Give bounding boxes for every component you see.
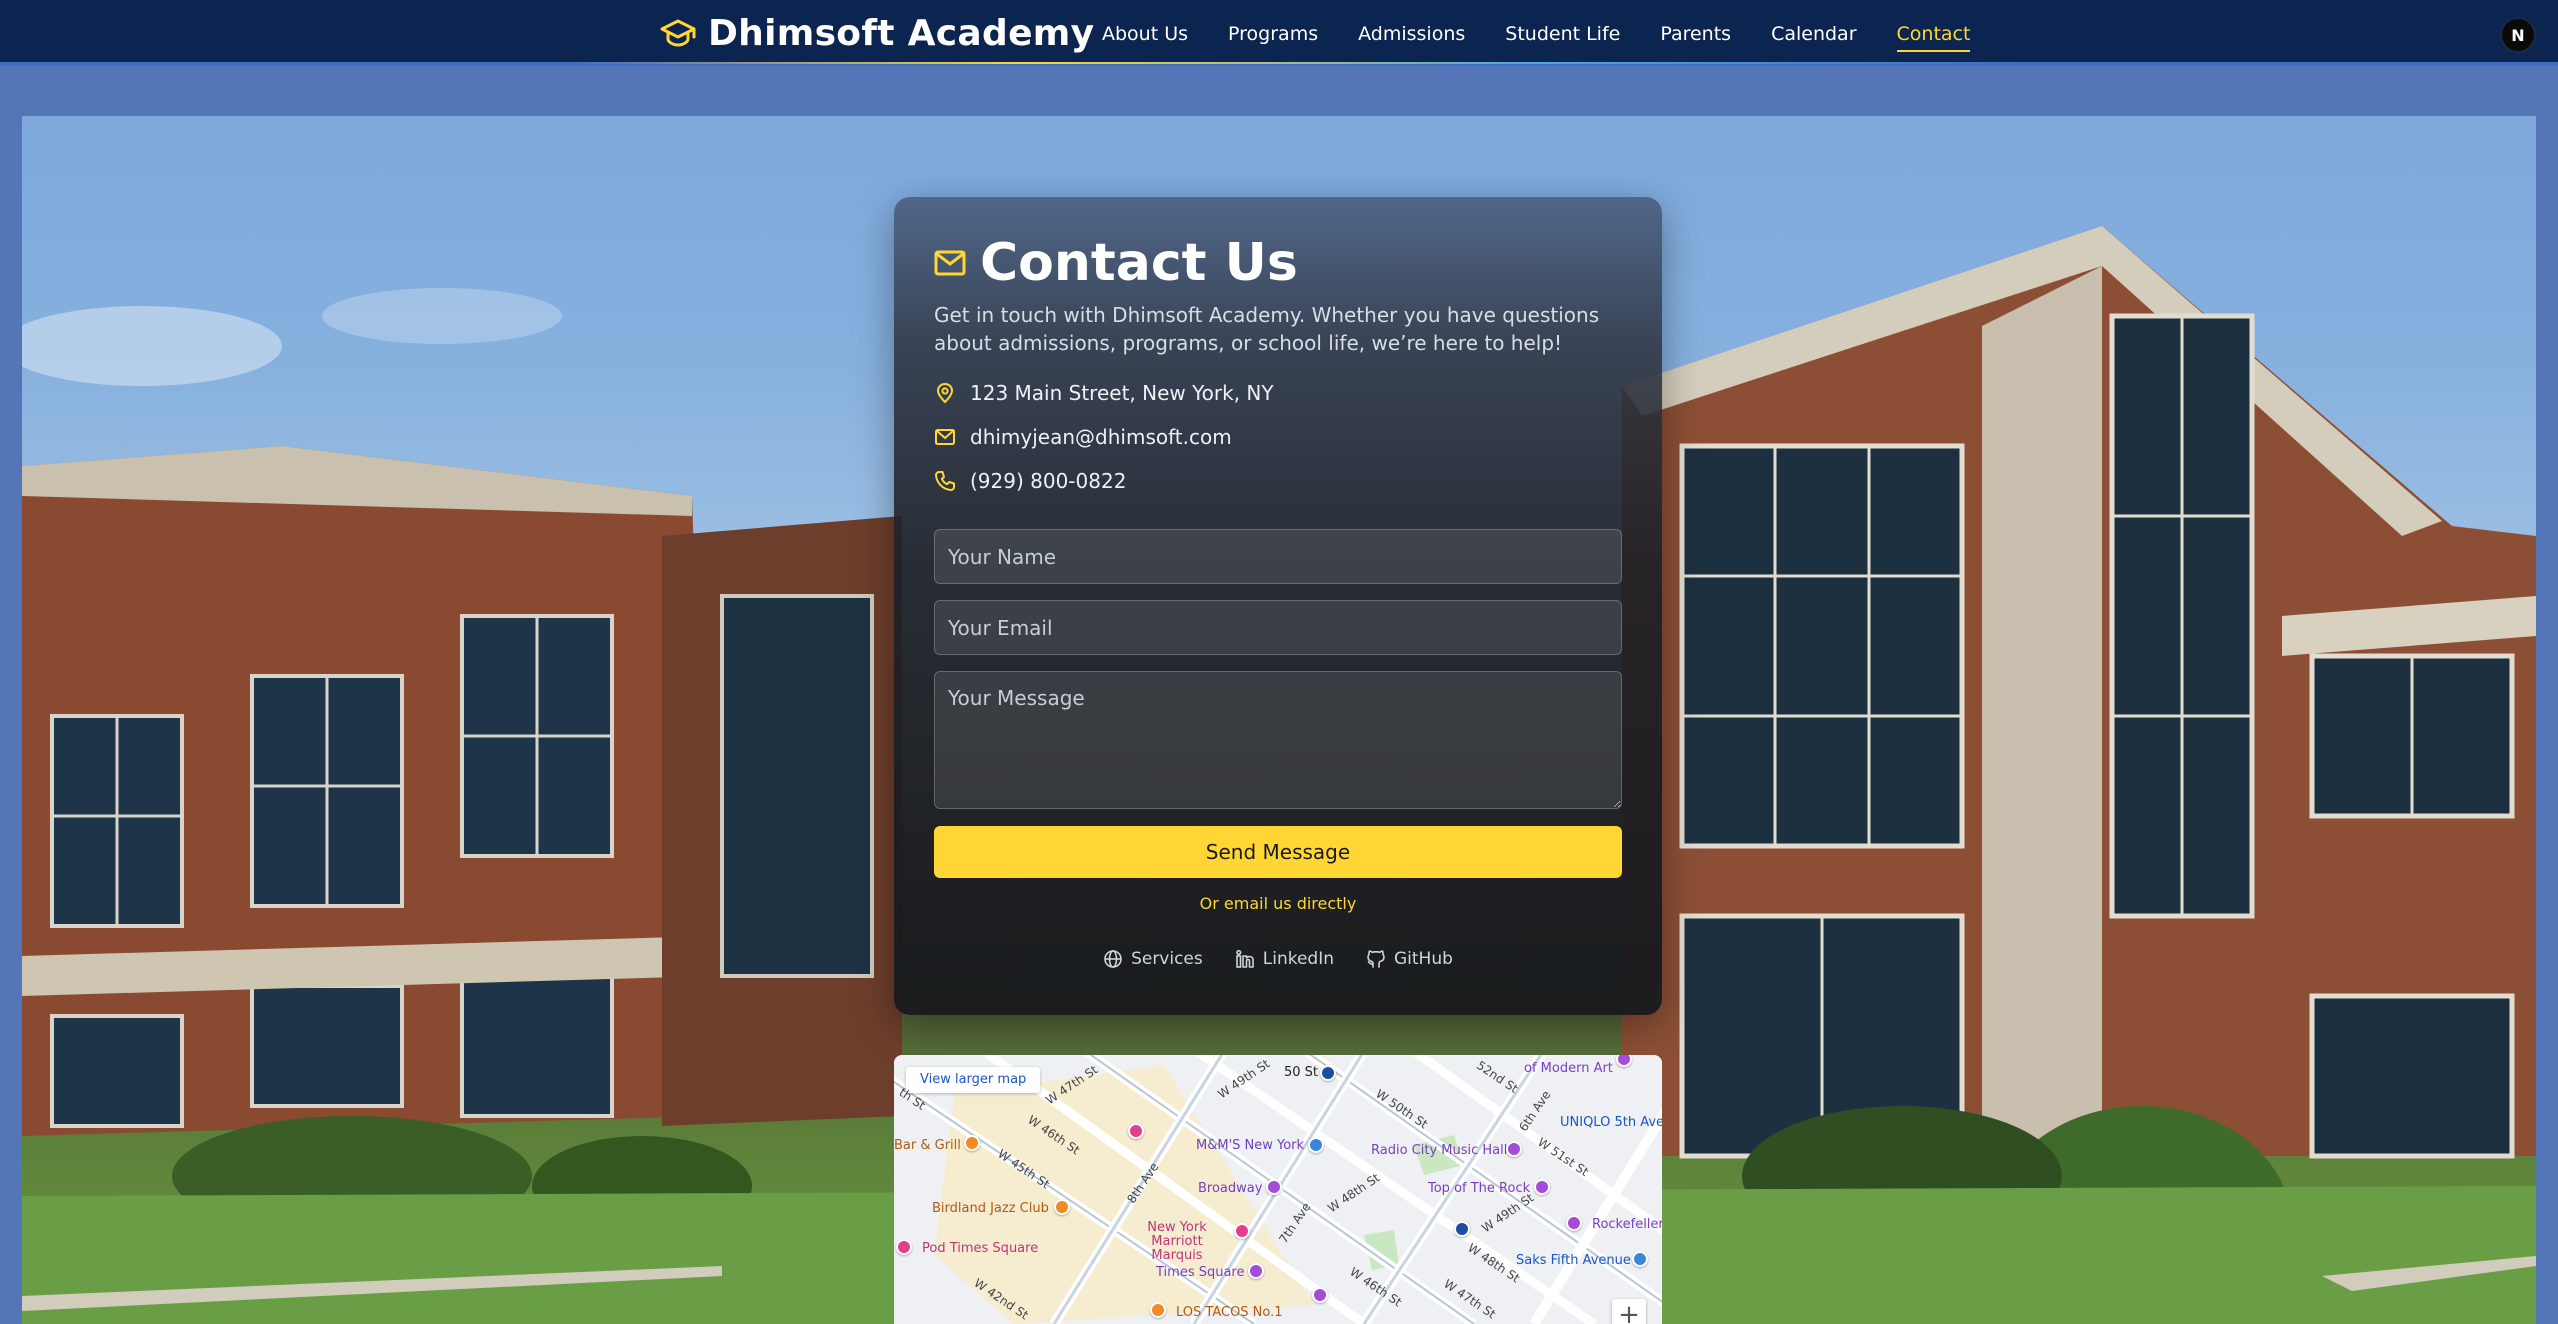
landmark-icon	[1566, 1215, 1582, 1231]
address-text: 123 Main Street, New York, NY	[970, 381, 1274, 405]
brand-logo[interactable]: Dhimsoft Academy	[660, 10, 1094, 56]
map-label-top-of-the-rock: Top of The Rock	[1428, 1181, 1531, 1196]
restaurant-icon	[964, 1135, 980, 1151]
top-navbar: Dhimsoft Academy About Us Programs Admis…	[0, 0, 2558, 66]
nav-about-us[interactable]: About Us	[1102, 20, 1188, 48]
nav-student-life[interactable]: Student Life	[1505, 20, 1620, 48]
header-accent-line	[0, 62, 2558, 64]
send-message-button[interactable]: Send Message	[934, 826, 1622, 878]
nav-admissions[interactable]: Admissions	[1358, 20, 1465, 48]
github-link[interactable]: GitHub	[1366, 949, 1453, 969]
landmark-icon	[1248, 1263, 1264, 1279]
map-label-pod-times-square: Pod Times Square	[922, 1241, 1039, 1256]
services-link[interactable]: Services	[1103, 949, 1203, 969]
map-label-marriott: New York Marriott Marquis	[1147, 1220, 1207, 1263]
map-label-broadway: Broadway	[1198, 1181, 1263, 1196]
map-label-times-square: Times Square	[1156, 1265, 1245, 1280]
view-larger-map-button[interactable]: View larger map	[906, 1067, 1041, 1093]
linkedin-icon	[1235, 949, 1254, 968]
mail-icon	[934, 250, 966, 276]
social-links: Services LinkedIn GitHub	[894, 949, 1662, 969]
contact-card: Contact Us Get in touch with Dhimsoft Ac…	[894, 197, 1662, 1015]
nav-contact[interactable]: Contact	[1896, 20, 1970, 52]
globe-icon	[1104, 950, 1122, 968]
email-row: dhimyjean@dhimsoft.com	[934, 425, 1232, 449]
venue-icon	[1312, 1287, 1328, 1303]
subway-icon	[1320, 1065, 1336, 1081]
main-nav: About Us Programs Admissions Student Lif…	[1102, 18, 2010, 52]
music-venue-icon	[1054, 1199, 1070, 1215]
nav-programs[interactable]: Programs	[1228, 20, 1318, 48]
theater-icon	[1266, 1179, 1282, 1195]
address-row: 123 Main Street, New York, NY	[934, 381, 1274, 405]
map-pin-icon	[936, 382, 954, 404]
shop-icon	[1632, 1251, 1648, 1267]
brand-name: Dhimsoft Academy	[708, 12, 1095, 54]
map-label-radio-city: Radio City Music Hall	[1371, 1143, 1508, 1158]
subway-icon	[1454, 1221, 1470, 1237]
user-avatar[interactable]: N	[2500, 17, 2536, 53]
phone-text[interactable]: (929) 800-0822	[970, 469, 1126, 493]
linkedin-link[interactable]: LinkedIn	[1235, 949, 1334, 969]
email-directly-link[interactable]: Or email us directly	[894, 894, 1662, 913]
phone-row: (929) 800-0822	[934, 469, 1126, 493]
services-label: Services	[1131, 949, 1203, 969]
mail-icon	[935, 429, 955, 445]
hotel-icon	[896, 1239, 912, 1255]
message-textarea[interactable]	[934, 671, 1622, 809]
shop-icon	[1308, 1137, 1324, 1153]
map-label-50-st: 50 St	[1284, 1065, 1319, 1080]
map-label-rockefeller: Rockefeller	[1592, 1217, 1662, 1232]
venue-icon	[1506, 1141, 1522, 1157]
map-label-saks: Saks Fifth Avenue	[1516, 1253, 1631, 1268]
map-label-bar-grill: Bar & Grill	[894, 1138, 961, 1153]
hotel-icon	[1128, 1123, 1144, 1139]
linkedin-label: LinkedIn	[1262, 949, 1334, 969]
email-input[interactable]	[934, 600, 1622, 655]
page-title: Contact Us	[980, 233, 1298, 293]
map-label-mms: M&M'S New York	[1196, 1138, 1305, 1153]
map-label-los-tacos: LOS TACOS No.1	[1176, 1305, 1283, 1320]
map-label-uniqlo: UNIQLO 5th Ave	[1560, 1115, 1662, 1130]
landmark-icon	[1534, 1179, 1550, 1195]
map-zoom-in-button[interactable]: +	[1612, 1299, 1646, 1324]
restaurant-icon	[1150, 1302, 1166, 1318]
nav-calendar[interactable]: Calendar	[1771, 20, 1856, 48]
contact-title-row: Contact Us	[934, 233, 1298, 293]
google-map-embed[interactable]: View larger map 50 St M&M'S New York Rad…	[894, 1055, 1662, 1324]
github-icon	[1367, 950, 1385, 968]
contact-description: Get in touch with Dhimsoft Academy. Whet…	[934, 303, 1600, 355]
phone-icon	[935, 471, 955, 491]
email-text[interactable]: dhimyjean@dhimsoft.com	[970, 425, 1232, 449]
github-label: GitHub	[1394, 949, 1453, 969]
map-label-moma: of Modern Art	[1524, 1061, 1613, 1076]
hotel-icon	[1234, 1223, 1250, 1239]
nav-parents[interactable]: Parents	[1660, 20, 1731, 48]
graduation-cap-icon	[660, 19, 696, 47]
map-label-birdland: Birdland Jazz Club	[932, 1201, 1049, 1216]
name-input[interactable]	[934, 529, 1622, 584]
